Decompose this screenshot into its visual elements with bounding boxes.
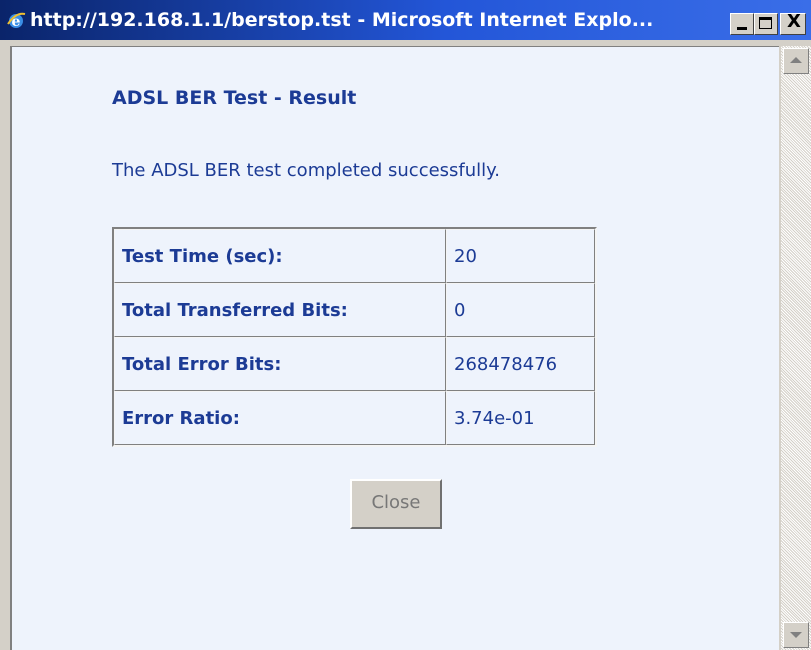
browser-window: e http://192.168.1.1/berstop.tst - Micro… <box>0 0 811 650</box>
table-row: Total Error Bits: 268478476 <box>114 337 595 391</box>
close-window-button[interactable]: X <box>780 11 806 35</box>
row-label-test-time: Test Time (sec): <box>114 229 446 283</box>
status-message: The ADSL BER test completed successfully… <box>112 160 500 181</box>
table-row: Total Transferred Bits: 0 <box>114 283 595 337</box>
arrow-down-icon <box>790 632 802 638</box>
scroll-up-button[interactable] <box>783 48 809 74</box>
table-row: Test Time (sec): 20 <box>114 229 595 283</box>
minimize-icon <box>737 27 747 30</box>
maximize-icon <box>759 17 772 29</box>
row-label-transferred-bits: Total Transferred Bits: <box>114 283 446 337</box>
vertical-scrollbar[interactable] <box>781 46 811 650</box>
row-value-transferred-bits: 0 <box>446 283 595 337</box>
results-table: Test Time (sec): 20 Total Transferred Bi… <box>112 227 597 447</box>
window-title: http://192.168.1.1/berstop.tst - Microso… <box>30 9 654 31</box>
close-icon: X <box>787 11 801 32</box>
row-value-error-bits: 268478476 <box>446 337 595 391</box>
maximize-button[interactable] <box>754 13 778 35</box>
row-value-error-ratio: 3.74e-01 <box>446 391 595 445</box>
close-button[interactable]: Close <box>350 479 442 529</box>
row-label-error-bits: Total Error Bits: <box>114 337 446 391</box>
ie-icon: e <box>6 10 26 30</box>
row-value-test-time: 20 <box>446 229 595 283</box>
arrow-up-icon <box>790 57 802 63</box>
minimize-button[interactable] <box>730 13 754 35</box>
row-label-error-ratio: Error Ratio: <box>114 391 446 445</box>
page-title: ADSL BER Test - Result <box>112 87 357 109</box>
title-bar[interactable]: e http://192.168.1.1/berstop.tst - Micro… <box>0 0 811 40</box>
table-row: Error Ratio: 3.74e-01 <box>114 391 595 445</box>
scroll-down-button[interactable] <box>783 622 809 648</box>
